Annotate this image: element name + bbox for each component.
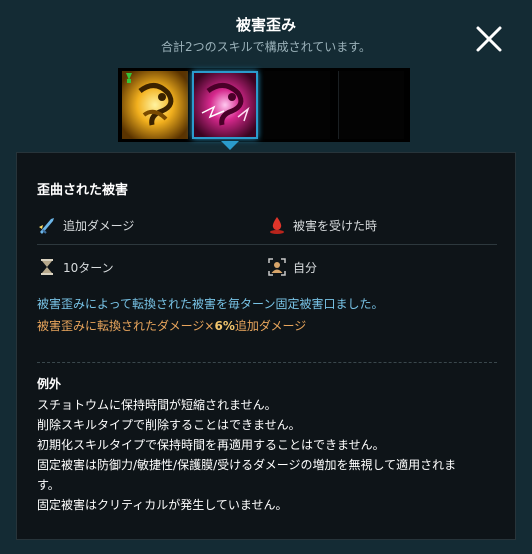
exception-line: 固定被害はクリティカルが発生していません。: [37, 498, 288, 512]
selection-pointer: [221, 141, 239, 150]
self-target-icon: [268, 258, 286, 276]
skill-detail-panel: 歪曲された被害 追加ダメージ 被害を受けた時 10ターン 自分 被害歪みによって…: [16, 152, 516, 540]
header-subtitle: 合計2つのスキルで構成されています。: [160, 40, 372, 54]
skill-strip: [118, 68, 410, 142]
crimson-dragon-skill-icon: [194, 73, 256, 137]
blood-drop-icon: [270, 217, 284, 234]
attr-target: 自分: [267, 257, 317, 277]
close-icon: [476, 26, 502, 52]
exception-line: スチョトウムに保持時間が短縮されません。: [37, 398, 277, 412]
exception-line: 初期化スキルタイプで保持時間を再適用することはできません。: [37, 438, 385, 452]
skill-slot-3-empty: [264, 71, 330, 139]
exception-line: 固定被害は防御力/敏捷性/保護膜/受けるダメージの増加を無視して適用されま: [37, 458, 457, 472]
exceptions-title: 例外: [37, 377, 62, 391]
skill-slot-4-empty: [338, 71, 404, 139]
exception-line: 削除スキルタイプで削除することはできません。: [37, 418, 301, 432]
attr-trigger-label: 被害を受けた時: [293, 218, 378, 233]
gold-dragon-skill-icon: [122, 71, 188, 139]
skill-name: 歪曲された被害: [37, 183, 129, 198]
damage-value: 6%: [214, 319, 235, 333]
attr-type: 追加ダメージ: [37, 215, 134, 235]
attr-trigger: 被害を受けた時: [267, 215, 377, 235]
sword-spark-icon: [39, 218, 54, 234]
attr-divider: [37, 244, 497, 245]
attr-duration-label: 10ターン: [63, 260, 114, 275]
attr-target-label: 自分: [293, 260, 318, 275]
skill-slot-1[interactable]: [122, 71, 188, 139]
exception-line: す。: [37, 478, 60, 492]
description-2: 被害歪みに転換されたダメージ×6%追加ダメージ: [37, 319, 307, 333]
header-title: 被害歪み: [235, 16, 296, 34]
description-1: 被害歪みによって転換された被害を毎ターン固定被害口ました。: [37, 297, 384, 311]
close-button[interactable]: [474, 24, 504, 54]
attr-type-label: 追加ダメージ: [63, 218, 135, 233]
exceptions-divider: [37, 362, 497, 363]
skill-slot-2-selected[interactable]: [192, 71, 258, 139]
hourglass-icon: [41, 259, 53, 275]
attr-duration: 10ターン: [37, 257, 114, 277]
